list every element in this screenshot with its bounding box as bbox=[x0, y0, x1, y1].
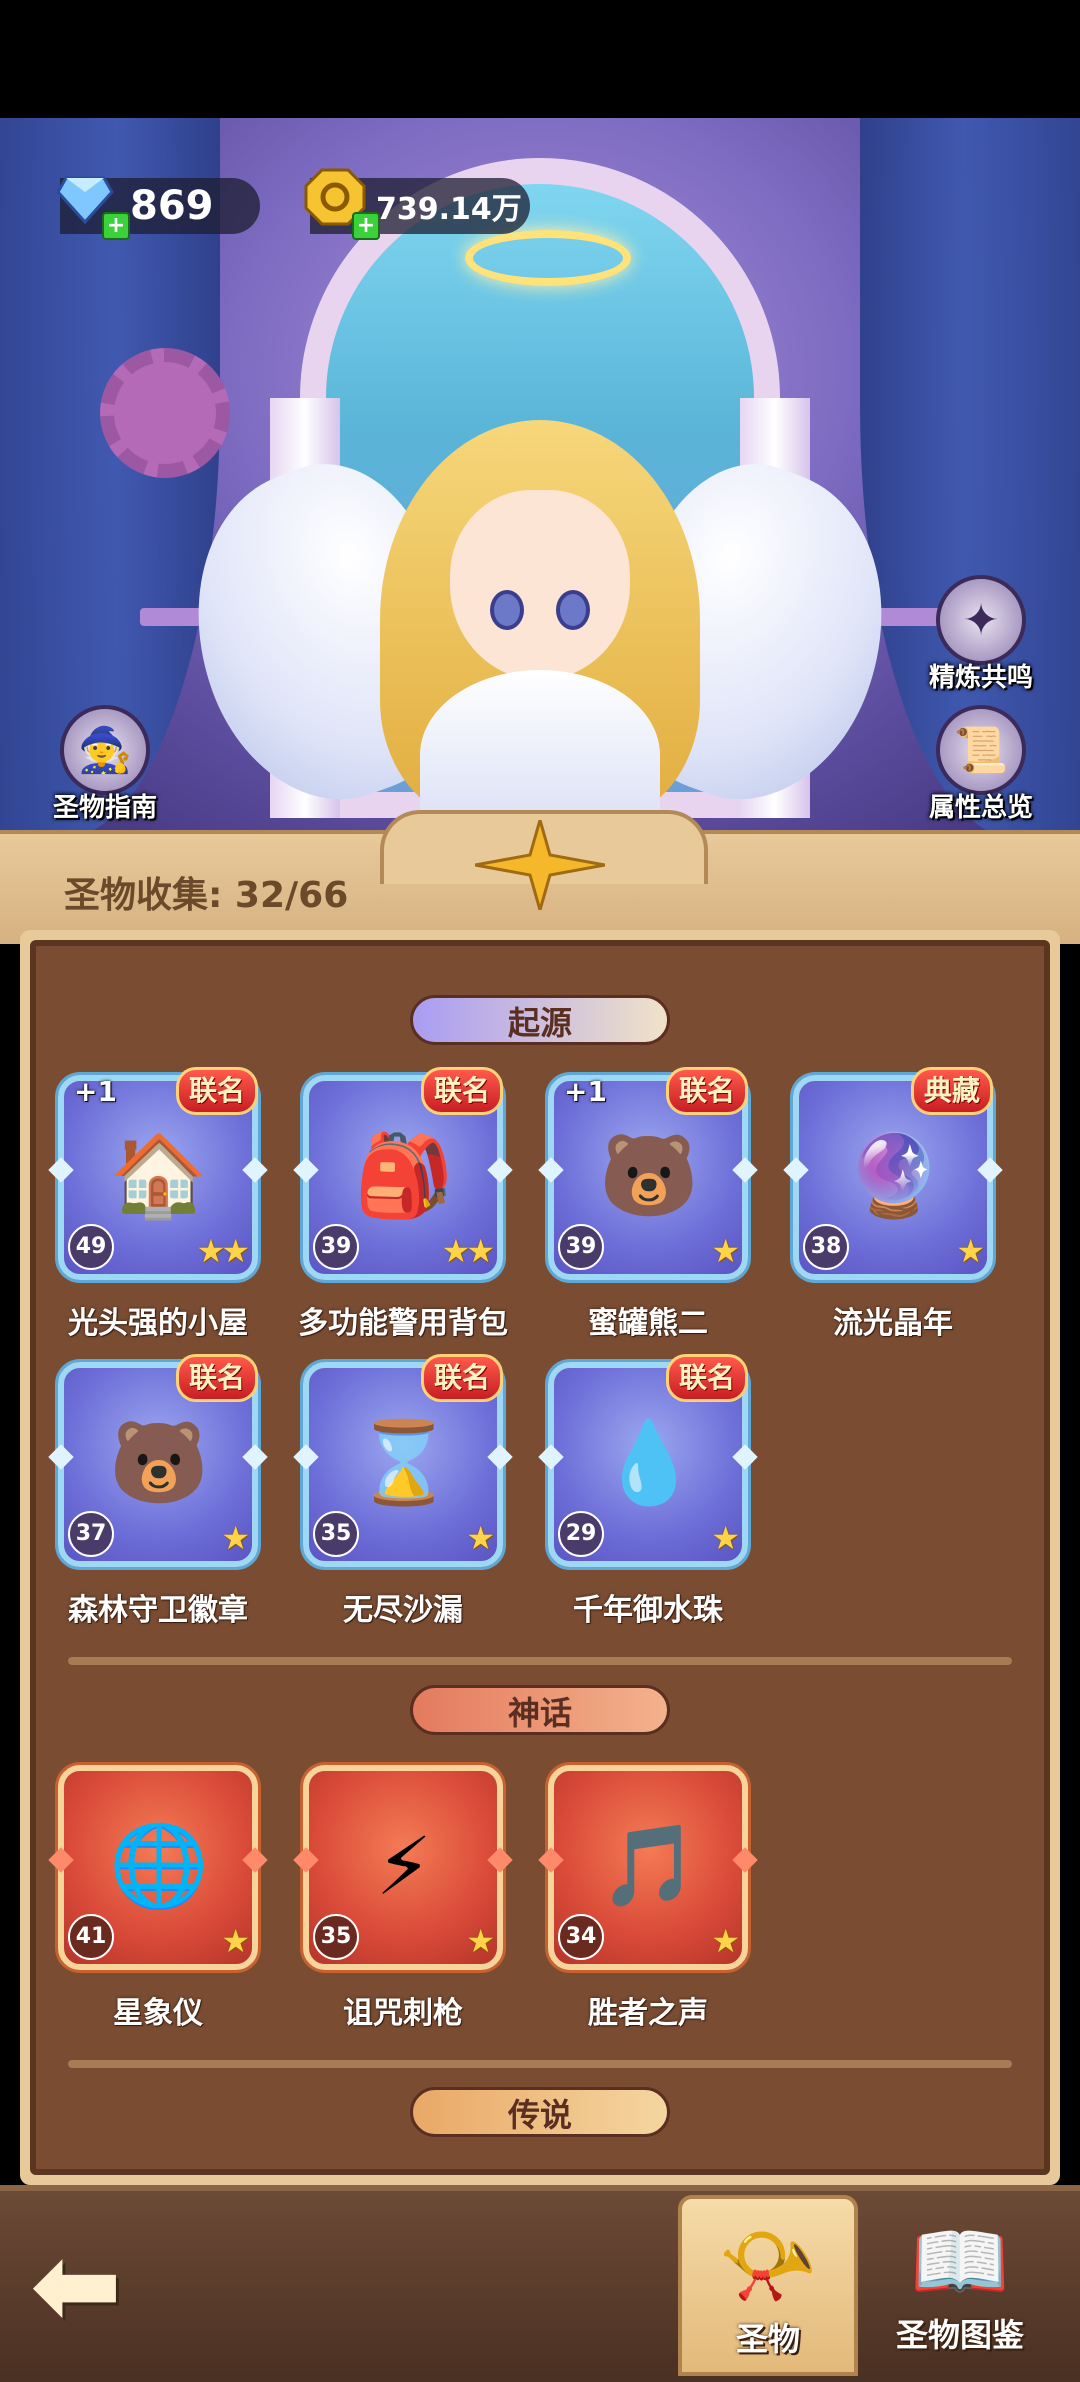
gear-decoration bbox=[100, 348, 230, 478]
level-badge: 39 bbox=[558, 1224, 604, 1270]
relic-name: 星象仪 bbox=[113, 1996, 203, 2031]
relic-guide-button[interactable]: 🧙 圣物指南 bbox=[40, 705, 170, 824]
star-rating: ★ bbox=[711, 1232, 740, 1270]
cabin-icon: 🏠 bbox=[109, 1129, 209, 1222]
flute-icon: 🎵 bbox=[599, 1819, 699, 1912]
relic-card-cabin[interactable]: 🏠 +1 联名 49 ★★ bbox=[48, 1067, 268, 1280]
relic-name: 森林守卫徽章 bbox=[68, 1593, 248, 1628]
wizard-hat-icon: 🧙 bbox=[60, 705, 150, 795]
level-badge: 34 bbox=[558, 1914, 604, 1960]
star-rating: ★ bbox=[711, 1519, 740, 1557]
star-rating: ★ bbox=[466, 1519, 495, 1557]
collection-badge: 典藏 bbox=[910, 1067, 993, 1115]
star-ornament-icon bbox=[475, 820, 605, 910]
hourglass-icon: ⌛ bbox=[354, 1416, 454, 1509]
category-origin-header: 起源 bbox=[410, 995, 670, 1045]
collab-badge: 联名 bbox=[420, 1067, 503, 1115]
relic-name: 流光晶年 bbox=[833, 1306, 953, 1341]
relic-card-honey-bear[interactable]: 🐻 +1 联名 39 ★ bbox=[538, 1067, 758, 1280]
diamond-counter[interactable]: + 869 bbox=[56, 176, 260, 240]
level-badge: 35 bbox=[313, 1914, 359, 1960]
category-legend-header: 传说 bbox=[410, 2087, 670, 2137]
relic-name: 无尽沙漏 bbox=[343, 1593, 463, 1628]
angel-eye-right bbox=[556, 590, 590, 630]
relic-name: 千年御水珠 bbox=[573, 1593, 723, 1628]
collab-badge: 联名 bbox=[665, 1067, 748, 1115]
relic-card-astrolabe[interactable]: 🌐 41 ★ bbox=[48, 1765, 268, 1970]
bear-badge-icon: 🐻 bbox=[109, 1416, 209, 1509]
angel-face bbox=[450, 490, 630, 680]
level-badge: 49 bbox=[68, 1224, 114, 1270]
section-divider bbox=[68, 1657, 1012, 1665]
relic-card-spear[interactable]: ⚡ 35 ★ bbox=[293, 1765, 513, 1970]
snowglobe-icon: 🔮 bbox=[844, 1129, 944, 1222]
star-rating: ★ bbox=[466, 1922, 495, 1960]
category-myth-header: 神话 bbox=[410, 1685, 670, 1735]
book-icon: 📖 bbox=[910, 2215, 1010, 2308]
water-orb-icon: 💧 bbox=[599, 1416, 699, 1509]
compass-star-icon: ✦ bbox=[936, 575, 1026, 665]
star-rating: ★ bbox=[221, 1922, 250, 1960]
backpack-icon: 🎒 bbox=[354, 1129, 454, 1222]
level-badge: 41 bbox=[68, 1914, 114, 1960]
add-coin-icon[interactable]: + bbox=[352, 212, 380, 240]
relic-guide-label: 圣物指南 bbox=[52, 793, 157, 823]
relic-card-snowglobe[interactable]: 🔮 典藏 38 ★ bbox=[783, 1067, 1003, 1280]
add-diamond-icon[interactable]: + bbox=[102, 212, 130, 240]
tab-relics-label: 圣物 bbox=[735, 2320, 800, 2358]
horn-icon: 📯 bbox=[718, 2219, 818, 2312]
relic-name: 诅咒刺枪 bbox=[343, 1996, 463, 2031]
relic-card-forest-badge[interactable]: 🐻 联名 37 ★ bbox=[48, 1354, 268, 1567]
back-arrow-icon[interactable]: ⬅ bbox=[30, 2230, 150, 2340]
coin-count: 739.14万 bbox=[376, 192, 522, 227]
level-badge: 35 bbox=[313, 1511, 359, 1557]
astrolabe-icon: 🌐 bbox=[109, 1819, 209, 1912]
level-badge: 37 bbox=[68, 1511, 114, 1557]
level-badge: 39 bbox=[313, 1224, 359, 1270]
spear-icon: ⚡ bbox=[375, 1819, 433, 1913]
level-badge: 38 bbox=[803, 1224, 849, 1270]
tab-relic-codex[interactable]: 📖 圣物图鉴 bbox=[870, 2195, 1050, 2376]
coin-counter[interactable]: + 739.14万 bbox=[304, 168, 530, 240]
diamond-count: 869 bbox=[130, 183, 214, 229]
collab-badge: 联名 bbox=[665, 1354, 748, 1402]
star-rating: ★ bbox=[711, 1922, 740, 1960]
tab-relics[interactable]: 📯 圣物 bbox=[678, 2195, 858, 2376]
plus-one-label: +1 bbox=[564, 1075, 607, 1108]
star-rating: ★ bbox=[221, 1519, 250, 1557]
star-rating: ★★ bbox=[196, 1232, 250, 1270]
collab-badge: 联名 bbox=[175, 1067, 258, 1115]
level-badge: 29 bbox=[558, 1511, 604, 1557]
status-bar bbox=[0, 0, 1080, 118]
star-rating: ★ bbox=[956, 1232, 985, 1270]
plus-one-label: +1 bbox=[74, 1075, 117, 1108]
relic-name: 光头强的小屋 bbox=[68, 1306, 248, 1341]
star-rating: ★★ bbox=[441, 1232, 495, 1270]
collab-badge: 联名 bbox=[175, 1354, 258, 1402]
angel-eye-left bbox=[490, 590, 524, 630]
stats-overview-button[interactable]: 📜 属性总览 bbox=[916, 705, 1046, 824]
refine-resonance-label: 精炼共鸣 bbox=[928, 663, 1033, 693]
collection-progress: 圣物收集: 32/66 bbox=[64, 875, 349, 916]
relic-name: 蜜罐熊二 bbox=[588, 1306, 708, 1341]
stats-overview-label: 属性总览 bbox=[928, 793, 1033, 823]
relic-card-hourglass[interactable]: ⌛ 联名 35 ★ bbox=[293, 1354, 513, 1567]
relic-card-water-orb[interactable]: 💧 联名 29 ★ bbox=[538, 1354, 758, 1567]
refine-resonance-button[interactable]: ✦ 精炼共鸣 bbox=[916, 575, 1046, 694]
collab-badge: 联名 bbox=[420, 1354, 503, 1402]
section-divider bbox=[68, 2060, 1012, 2068]
relic-name: 胜者之声 bbox=[588, 1996, 708, 2031]
relic-name: 多功能警用背包 bbox=[298, 1306, 508, 1341]
halo-icon bbox=[465, 230, 631, 286]
scroll-icon: 📜 bbox=[936, 705, 1026, 795]
relic-card-flute[interactable]: 🎵 34 ★ bbox=[538, 1765, 758, 1970]
relic-card-backpack[interactable]: 🎒 联名 39 ★★ bbox=[293, 1067, 513, 1280]
tab-relic-codex-label: 圣物图鉴 bbox=[895, 2316, 1024, 2354]
bear-icon: 🐻 bbox=[599, 1129, 699, 1222]
